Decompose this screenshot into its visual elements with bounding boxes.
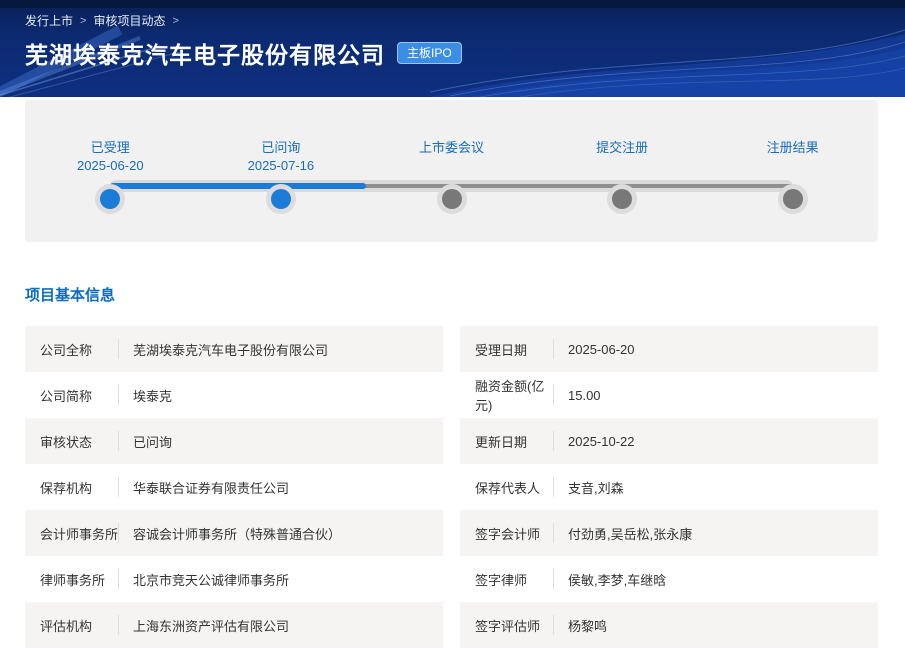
stage-dot-icon (437, 184, 467, 214)
info-column-left: 公司全称 芜湖埃泰克汽车电子股份有限公司 公司简称 埃泰克 审核状态 已问询 保… (25, 326, 443, 648)
board-ipo-badge: 主板IPO (397, 42, 462, 64)
review-progress-panel: 已受理 2025-06-20 已问询 2025-07-16 上市委会议 提交注册… (25, 100, 878, 242)
info-value: 埃泰克 (133, 386, 172, 405)
info-row-law-firm: 律师事务所 北京市竞天公诚律师事务所 (25, 556, 443, 602)
info-value: 杨黎鸣 (568, 616, 607, 635)
info-label: 融资金额(亿元) (460, 376, 553, 414)
stage-name: 已受理 (40, 137, 180, 156)
page-title: 芜湖埃泰克汽车电子股份有限公司 (25, 36, 385, 70)
info-row-company-short-name: 公司简称 埃泰克 (25, 372, 443, 418)
stage-date (382, 158, 522, 173)
divider (118, 569, 119, 589)
stage-dot-icon (266, 184, 296, 214)
info-row-appraisal-agency: 评估机构 上海东洲资产评估有限公司 (25, 602, 443, 648)
info-value: 芜湖埃泰克汽车电子股份有限公司 (133, 340, 328, 359)
divider (118, 339, 119, 359)
timeline-stage-listing-committee: 上市委会议 (382, 100, 522, 214)
info-row-acceptance-date: 受理日期 2025-06-20 (460, 326, 878, 372)
divider (118, 477, 119, 497)
info-value: 2025-06-20 (568, 342, 635, 357)
info-value: 容诚会计师事务所（特殊普通合伙） (133, 524, 341, 543)
breadcrumb-item-review-dynamics[interactable]: 审核项目动态 (93, 12, 165, 29)
info-row-update-date: 更新日期 2025-10-22 (460, 418, 878, 464)
info-label: 律师事务所 (25, 570, 118, 589)
info-row-sponsor: 保荐机构 华泰联合证券有限责任公司 (25, 464, 443, 510)
breadcrumb-item-issuance[interactable]: 发行上市 (25, 12, 73, 29)
info-label: 审核状态 (25, 432, 118, 451)
info-value: 已问询 (133, 432, 172, 451)
info-value: 北京市竞天公诚律师事务所 (133, 570, 289, 589)
stage-dot-icon (778, 184, 808, 214)
breadcrumb-separator-icon: > (80, 15, 86, 27)
divider (553, 431, 554, 451)
info-row-review-status: 审核状态 已问询 (25, 418, 443, 464)
info-value: 付劲勇,吴岳松,张永康 (568, 524, 692, 543)
stage-name: 上市委会议 (382, 137, 522, 156)
basic-info-grid: 公司全称 芜湖埃泰克汽车电子股份有限公司 公司简称 埃泰克 审核状态 已问询 保… (25, 326, 878, 648)
timeline-stage-submit-registration: 提交注册 (552, 100, 692, 214)
timeline-stage-accepted: 已受理 2025-06-20 (40, 100, 180, 214)
info-row-accounting-firm: 会计师事务所 容诚会计师事务所（特殊普通合伙） (25, 510, 443, 556)
stage-dot-icon (95, 184, 125, 214)
stage-name: 已问询 (211, 137, 351, 156)
divider (553, 339, 554, 359)
info-label: 签字评估师 (460, 616, 553, 635)
info-label: 会计师事务所 (25, 524, 118, 543)
divider (118, 615, 119, 635)
info-row-financing-amount: 融资金额(亿元) 15.00 (460, 372, 878, 418)
breadcrumb-separator-icon: > (172, 15, 178, 27)
divider (553, 615, 554, 635)
divider (118, 431, 119, 451)
timeline-stage-registration-result: 注册结果 (723, 100, 863, 214)
stage-date (552, 158, 692, 173)
info-value: 华泰联合证券有限责任公司 (133, 478, 289, 497)
info-label: 更新日期 (460, 432, 553, 451)
breadcrumb: 发行上市 > 审核项目动态 > (25, 12, 462, 29)
stage-name: 提交注册 (552, 137, 692, 156)
info-label: 公司简称 (25, 386, 118, 405)
info-value: 上海东洲资产评估有限公司 (133, 616, 289, 635)
info-row-signing-appraiser: 签字评估师 杨黎鸣 (460, 602, 878, 648)
stage-date: 2025-06-20 (40, 158, 180, 173)
info-value: 侯敏,李梦,车继晗 (568, 570, 666, 589)
divider (553, 523, 554, 543)
info-label: 评估机构 (25, 616, 118, 635)
info-row-company-full-name: 公司全称 芜湖埃泰克汽车电子股份有限公司 (25, 326, 443, 372)
divider (553, 385, 554, 405)
info-row-signing-lawyers: 签字律师 侯敏,李梦,车继晗 (460, 556, 878, 602)
info-value: 15.00 (568, 388, 601, 403)
divider (118, 385, 119, 405)
stage-name: 注册结果 (723, 137, 863, 156)
info-label: 保荐机构 (25, 478, 118, 497)
info-row-signing-accountants: 签字会计师 付劲勇,吴岳松,张永康 (460, 510, 878, 556)
divider (553, 569, 554, 589)
info-row-sponsor-representatives: 保荐代表人 支音,刘森 (460, 464, 878, 510)
section-title-basic-info: 项目基本信息 (25, 284, 115, 305)
stage-date (723, 158, 863, 173)
divider (553, 477, 554, 497)
stage-dot-icon (607, 184, 637, 214)
info-label: 保荐代表人 (460, 478, 553, 497)
info-value: 支音,刘森 (568, 478, 624, 497)
stage-date: 2025-07-16 (211, 158, 351, 173)
info-label: 受理日期 (460, 340, 553, 359)
timeline-stage-inquired: 已问询 2025-07-16 (211, 100, 351, 214)
info-value: 2025-10-22 (568, 434, 635, 449)
info-label: 签字律师 (460, 570, 553, 589)
page-header: 发行上市 > 审核项目动态 > 芜湖埃泰克汽车电子股份有限公司 主板IPO (0, 0, 905, 97)
divider (118, 523, 119, 543)
info-label: 签字会计师 (460, 524, 553, 543)
info-label: 公司全称 (25, 340, 118, 359)
info-column-right: 受理日期 2025-06-20 融资金额(亿元) 15.00 更新日期 2025… (460, 326, 878, 648)
